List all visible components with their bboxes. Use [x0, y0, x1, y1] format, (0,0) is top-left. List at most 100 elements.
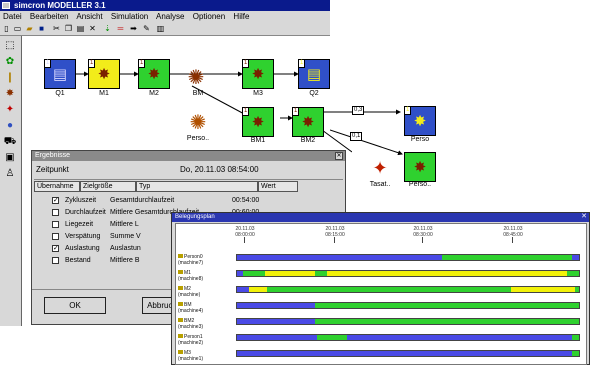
delete-icon[interactable]: ✕ [88, 24, 97, 33]
menu-bar: Datei Bearbeiten Ansicht Simulation Anal… [0, 11, 330, 22]
stop-icon[interactable]: ═ [116, 24, 125, 33]
table-row[interactable]: ✓ Zykluszeit Gesamtdurchlaufzeit 00:54:0… [32, 195, 345, 206]
uebernahme-checkbox[interactable] [52, 221, 59, 228]
node-bm[interactable]: ✺ [180, 62, 212, 92]
worker-tool-icon[interactable]: ✦ [3, 104, 17, 116]
label-m3: M3 [253, 90, 263, 97]
cell-zielgroesse: Auslastung [65, 245, 100, 252]
paste-icon[interactable]: ▤ [76, 24, 85, 33]
close-icon[interactable]: ✕ [335, 152, 343, 160]
new-doc-icon[interactable]: ▭ [13, 24, 22, 33]
menu-optionen[interactable]: Optionen [193, 12, 225, 21]
gear-icon: ✺ [187, 66, 205, 89]
resource-icon [178, 302, 183, 306]
node-bm2[interactable]: 1 ✸ [292, 107, 324, 137]
gantt-bar[interactable] [236, 254, 580, 261]
app-icon [2, 2, 10, 9]
gantt-row-label: BM (machine4) [178, 302, 204, 314]
gantt-row-label: Person0 (machine7) [178, 254, 204, 266]
new-file-icon[interactable]: ▯ [2, 24, 11, 33]
cell-zielgroesse: Verspätung [65, 233, 101, 240]
uebernahme-checkbox[interactable]: ✓ [52, 197, 59, 204]
uebernahme-checkbox[interactable] [52, 209, 59, 216]
time-label: 20.11.03 08:00:00 [235, 226, 255, 238]
toolbar: ▯ ▭ ▰ ■ ✂ ❐ ▤ ✕ ⇣ ═ ➡ ✎ ▥ [0, 22, 330, 36]
arrow-icon[interactable]: ➡ [129, 24, 138, 33]
gantt-bar[interactable] [236, 286, 580, 293]
resource-icon [178, 270, 183, 274]
copy-icon[interactable]: ❐ [64, 24, 73, 33]
col-header-uebernahme[interactable]: Übernahme [34, 181, 80, 192]
close-icon[interactable]: ✕ [580, 213, 588, 221]
col-header-wert[interactable]: Wert [258, 181, 298, 192]
time-tick [244, 237, 245, 243]
label-bm: BM [192, 90, 204, 97]
menu-datei[interactable]: Datei [3, 12, 22, 21]
label-perso3: Perso.. [408, 181, 432, 188]
pen-icon[interactable]: ✎ [142, 24, 151, 33]
resource-icon [178, 286, 183, 290]
uebernahme-checkbox[interactable] [52, 233, 59, 240]
gantt-window: Belegungsplan ✕ 20.11.03 08:00:00 20.11.0… [171, 212, 590, 365]
ok-button[interactable]: OK [44, 297, 106, 314]
open-folder-icon[interactable]: ▰ [25, 24, 34, 33]
gear-icon: ✸ [413, 113, 427, 130]
queue-tool-icon[interactable]: ❙ [3, 72, 17, 84]
resource-tool-icon[interactable]: ● [3, 120, 17, 132]
menu-hilfe[interactable]: Hilfe [233, 12, 249, 21]
gantt-row-label: M2 (machine) [178, 286, 201, 298]
menu-simulation[interactable]: Simulation [111, 12, 148, 21]
cell-typ: Gesamtdurchlaufzeit [110, 197, 175, 204]
menu-ansicht[interactable]: Ansicht [76, 12, 102, 21]
cell-zielgroesse: Liegezeit [65, 221, 94, 228]
person-tool-icon[interactable]: ♙ [3, 168, 17, 180]
source-tool-icon[interactable]: ✿ [3, 56, 17, 68]
dialog-title-bar: Ergebnisse ✕ [32, 151, 345, 161]
menu-bearbeiten[interactable]: Bearbeiten [30, 12, 69, 21]
gantt-title: Belegungsplan [175, 214, 215, 220]
save-icon[interactable]: ■ [37, 24, 46, 33]
cut-icon[interactable]: ✂ [52, 24, 61, 33]
time-tick [512, 237, 513, 243]
queue-label: 0,1 [350, 132, 363, 141]
cell-wert: 00:54:00 [232, 197, 260, 204]
time-label: 20.11.03 08:15:00 [325, 226, 345, 238]
run-icon[interactable]: ⇣ [103, 24, 112, 33]
label-m2: M2 [149, 90, 159, 97]
resource-icon [178, 350, 183, 354]
node-q2[interactable]: 1 ▤ [298, 59, 330, 89]
select-tool-icon[interactable]: ⬚ [3, 40, 17, 52]
gantt-bar[interactable] [236, 318, 580, 325]
transport-tool-icon[interactable]: ⛟ [3, 136, 17, 148]
node-m3[interactable]: 1 ✸ [242, 59, 274, 89]
uebernahme-checkbox[interactable]: ✓ [52, 245, 59, 252]
uebernahme-checkbox[interactable] [52, 257, 59, 264]
label-bm2: BM2 [300, 137, 316, 144]
gantt-row-label: M3 (machine1) [178, 350, 204, 362]
machine-tool-icon[interactable]: ✸ [3, 88, 17, 100]
label-q2: Q2 [309, 90, 319, 97]
col-header-zielgroesse[interactable]: Zielgröße [80, 181, 136, 192]
tool-palette: ⬚ ✿ ❙ ✸ ✦ ● ⛟ ▣ ♙ [0, 36, 22, 326]
gantt-bar[interactable] [236, 302, 580, 309]
gantt-row-label: BM2 (machine3) [178, 318, 204, 330]
menu-analyse[interactable]: Analyse [156, 12, 184, 21]
col-header-typ[interactable]: Typ [136, 181, 258, 192]
gantt-row-label: M1 (machine8) [178, 270, 204, 282]
storage-tool-icon[interactable]: ▣ [3, 152, 17, 164]
node-perso1[interactable]: ✺ [182, 107, 214, 137]
gantt-bar[interactable] [236, 270, 580, 277]
node-q1[interactable]: 1 ▤ [44, 59, 76, 89]
node-m1[interactable]: 1 ✸ [88, 59, 120, 89]
label-bm1: BM1 [250, 137, 266, 144]
stairs-icon: ▤ [52, 66, 68, 83]
zeitpunkt-label: Zeitpunkt [36, 165, 69, 174]
gantt-bar[interactable] [236, 334, 580, 341]
resource-icon [178, 254, 183, 258]
gantt-bar[interactable] [236, 350, 580, 357]
gear-icon: ✸ [301, 114, 315, 131]
node-m2[interactable]: 1 ✸ [138, 59, 170, 89]
node-bm1[interactable]: 1 ✸ [242, 107, 274, 137]
chart-icon[interactable]: ▥ [156, 24, 165, 33]
time-label: 20.11.03 08:45:00 [503, 226, 523, 238]
